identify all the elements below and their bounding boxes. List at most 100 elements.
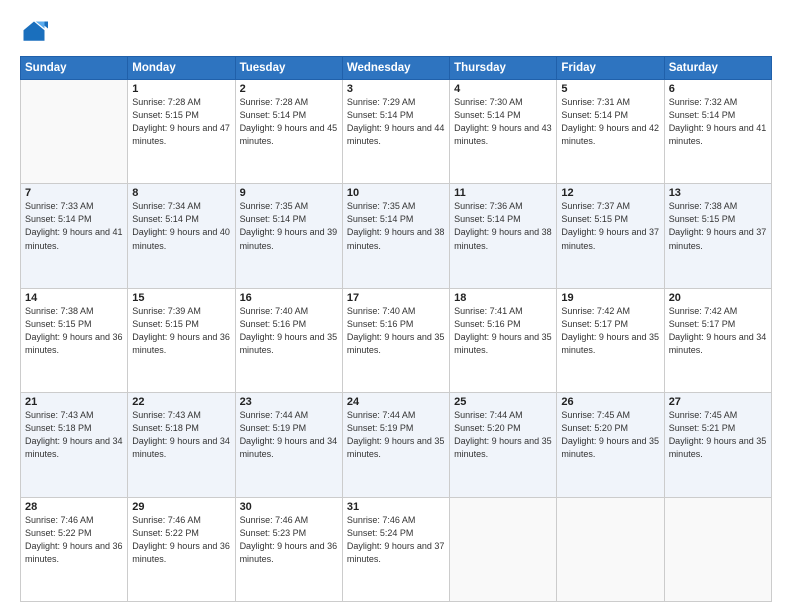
day-cell: 29Sunrise: 7:46 AM Sunset: 5:22 PM Dayli…	[128, 497, 235, 601]
day-info: Sunrise: 7:33 AM Sunset: 5:14 PM Dayligh…	[25, 200, 123, 252]
day-number: 8	[132, 187, 230, 199]
day-number: 31	[347, 501, 445, 513]
weekday-header: Saturday	[664, 57, 771, 80]
day-number: 26	[561, 396, 659, 408]
day-number: 11	[454, 187, 552, 199]
day-number: 18	[454, 292, 552, 304]
day-info: Sunrise: 7:40 AM Sunset: 5:16 PM Dayligh…	[347, 305, 445, 357]
day-cell: 13Sunrise: 7:38 AM Sunset: 5:15 PM Dayli…	[664, 184, 771, 288]
logo	[20, 18, 52, 46]
day-number: 23	[240, 396, 338, 408]
day-cell: 21Sunrise: 7:43 AM Sunset: 5:18 PM Dayli…	[21, 393, 128, 497]
day-cell: 14Sunrise: 7:38 AM Sunset: 5:15 PM Dayli…	[21, 288, 128, 392]
day-cell: 6Sunrise: 7:32 AM Sunset: 5:14 PM Daylig…	[664, 80, 771, 184]
day-info: Sunrise: 7:28 AM Sunset: 5:15 PM Dayligh…	[132, 96, 230, 148]
day-cell: 19Sunrise: 7:42 AM Sunset: 5:17 PM Dayli…	[557, 288, 664, 392]
day-info: Sunrise: 7:34 AM Sunset: 5:14 PM Dayligh…	[132, 200, 230, 252]
day-number: 9	[240, 187, 338, 199]
weekday-header: Monday	[128, 57, 235, 80]
day-number: 14	[25, 292, 123, 304]
day-cell: 26Sunrise: 7:45 AM Sunset: 5:20 PM Dayli…	[557, 393, 664, 497]
day-cell	[664, 497, 771, 601]
day-info: Sunrise: 7:44 AM Sunset: 5:19 PM Dayligh…	[347, 409, 445, 461]
page: SundayMondayTuesdayWednesdayThursdayFrid…	[0, 0, 792, 612]
day-info: Sunrise: 7:41 AM Sunset: 5:16 PM Dayligh…	[454, 305, 552, 357]
day-cell: 25Sunrise: 7:44 AM Sunset: 5:20 PM Dayli…	[450, 393, 557, 497]
day-info: Sunrise: 7:32 AM Sunset: 5:14 PM Dayligh…	[669, 96, 767, 148]
day-number: 13	[669, 187, 767, 199]
day-cell: 2Sunrise: 7:28 AM Sunset: 5:14 PM Daylig…	[235, 80, 342, 184]
day-number: 4	[454, 83, 552, 95]
day-number: 7	[25, 187, 123, 199]
day-number: 17	[347, 292, 445, 304]
day-number: 15	[132, 292, 230, 304]
day-info: Sunrise: 7:46 AM Sunset: 5:22 PM Dayligh…	[25, 514, 123, 566]
day-cell: 16Sunrise: 7:40 AM Sunset: 5:16 PM Dayli…	[235, 288, 342, 392]
day-info: Sunrise: 7:35 AM Sunset: 5:14 PM Dayligh…	[240, 200, 338, 252]
day-cell: 20Sunrise: 7:42 AM Sunset: 5:17 PM Dayli…	[664, 288, 771, 392]
day-info: Sunrise: 7:43 AM Sunset: 5:18 PM Dayligh…	[25, 409, 123, 461]
day-cell: 4Sunrise: 7:30 AM Sunset: 5:14 PM Daylig…	[450, 80, 557, 184]
day-number: 1	[132, 83, 230, 95]
day-cell	[450, 497, 557, 601]
day-cell: 30Sunrise: 7:46 AM Sunset: 5:23 PM Dayli…	[235, 497, 342, 601]
day-info: Sunrise: 7:40 AM Sunset: 5:16 PM Dayligh…	[240, 305, 338, 357]
logo-icon	[20, 18, 48, 46]
day-cell: 7Sunrise: 7:33 AM Sunset: 5:14 PM Daylig…	[21, 184, 128, 288]
weekday-header: Thursday	[450, 57, 557, 80]
day-number: 19	[561, 292, 659, 304]
day-info: Sunrise: 7:46 AM Sunset: 5:24 PM Dayligh…	[347, 514, 445, 566]
day-number: 27	[669, 396, 767, 408]
day-number: 29	[132, 501, 230, 513]
day-info: Sunrise: 7:29 AM Sunset: 5:14 PM Dayligh…	[347, 96, 445, 148]
day-info: Sunrise: 7:42 AM Sunset: 5:17 PM Dayligh…	[561, 305, 659, 357]
day-cell: 3Sunrise: 7:29 AM Sunset: 5:14 PM Daylig…	[342, 80, 449, 184]
day-info: Sunrise: 7:39 AM Sunset: 5:15 PM Dayligh…	[132, 305, 230, 357]
day-cell: 18Sunrise: 7:41 AM Sunset: 5:16 PM Dayli…	[450, 288, 557, 392]
week-row: 7Sunrise: 7:33 AM Sunset: 5:14 PM Daylig…	[21, 184, 772, 288]
day-cell: 22Sunrise: 7:43 AM Sunset: 5:18 PM Dayli…	[128, 393, 235, 497]
day-info: Sunrise: 7:44 AM Sunset: 5:19 PM Dayligh…	[240, 409, 338, 461]
day-number: 28	[25, 501, 123, 513]
weekday-header: Tuesday	[235, 57, 342, 80]
weekday-header: Friday	[557, 57, 664, 80]
day-info: Sunrise: 7:30 AM Sunset: 5:14 PM Dayligh…	[454, 96, 552, 148]
day-cell: 8Sunrise: 7:34 AM Sunset: 5:14 PM Daylig…	[128, 184, 235, 288]
day-number: 24	[347, 396, 445, 408]
day-number: 3	[347, 83, 445, 95]
day-number: 22	[132, 396, 230, 408]
day-cell: 31Sunrise: 7:46 AM Sunset: 5:24 PM Dayli…	[342, 497, 449, 601]
day-cell	[557, 497, 664, 601]
day-info: Sunrise: 7:36 AM Sunset: 5:14 PM Dayligh…	[454, 200, 552, 252]
weekday-header-row: SundayMondayTuesdayWednesdayThursdayFrid…	[21, 57, 772, 80]
day-number: 16	[240, 292, 338, 304]
day-number: 25	[454, 396, 552, 408]
week-row: 21Sunrise: 7:43 AM Sunset: 5:18 PM Dayli…	[21, 393, 772, 497]
day-number: 30	[240, 501, 338, 513]
day-info: Sunrise: 7:44 AM Sunset: 5:20 PM Dayligh…	[454, 409, 552, 461]
day-cell: 28Sunrise: 7:46 AM Sunset: 5:22 PM Dayli…	[21, 497, 128, 601]
day-cell	[21, 80, 128, 184]
day-number: 5	[561, 83, 659, 95]
day-cell: 15Sunrise: 7:39 AM Sunset: 5:15 PM Dayli…	[128, 288, 235, 392]
day-cell: 17Sunrise: 7:40 AM Sunset: 5:16 PM Dayli…	[342, 288, 449, 392]
day-number: 2	[240, 83, 338, 95]
weekday-header: Sunday	[21, 57, 128, 80]
day-info: Sunrise: 7:46 AM Sunset: 5:22 PM Dayligh…	[132, 514, 230, 566]
day-info: Sunrise: 7:43 AM Sunset: 5:18 PM Dayligh…	[132, 409, 230, 461]
day-cell: 12Sunrise: 7:37 AM Sunset: 5:15 PM Dayli…	[557, 184, 664, 288]
day-number: 10	[347, 187, 445, 199]
day-info: Sunrise: 7:38 AM Sunset: 5:15 PM Dayligh…	[669, 200, 767, 252]
day-info: Sunrise: 7:37 AM Sunset: 5:15 PM Dayligh…	[561, 200, 659, 252]
calendar: SundayMondayTuesdayWednesdayThursdayFrid…	[20, 56, 772, 602]
day-number: 6	[669, 83, 767, 95]
day-number: 21	[25, 396, 123, 408]
day-number: 20	[669, 292, 767, 304]
day-cell: 27Sunrise: 7:45 AM Sunset: 5:21 PM Dayli…	[664, 393, 771, 497]
day-info: Sunrise: 7:45 AM Sunset: 5:20 PM Dayligh…	[561, 409, 659, 461]
week-row: 28Sunrise: 7:46 AM Sunset: 5:22 PM Dayli…	[21, 497, 772, 601]
day-cell: 9Sunrise: 7:35 AM Sunset: 5:14 PM Daylig…	[235, 184, 342, 288]
day-info: Sunrise: 7:28 AM Sunset: 5:14 PM Dayligh…	[240, 96, 338, 148]
day-cell: 24Sunrise: 7:44 AM Sunset: 5:19 PM Dayli…	[342, 393, 449, 497]
day-cell: 5Sunrise: 7:31 AM Sunset: 5:14 PM Daylig…	[557, 80, 664, 184]
